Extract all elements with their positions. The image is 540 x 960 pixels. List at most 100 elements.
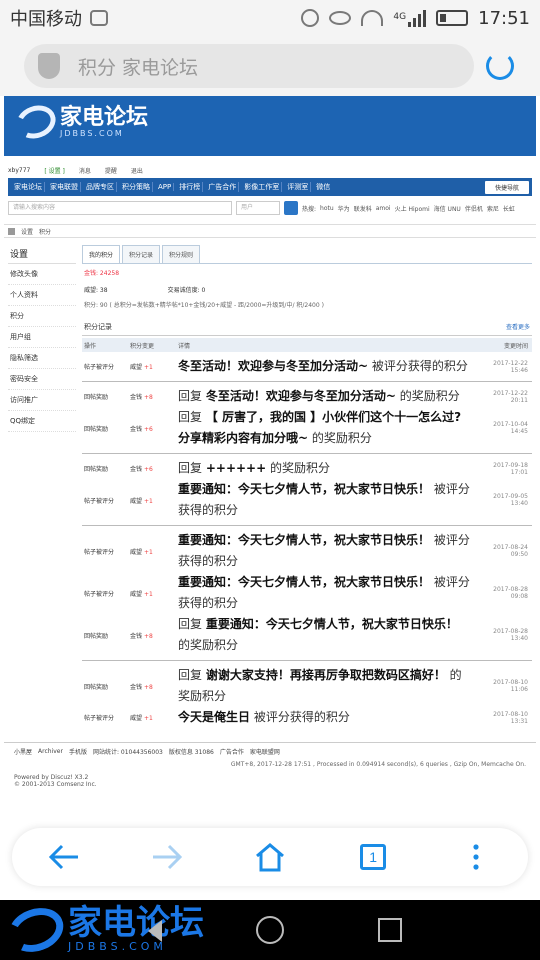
tab-my-credits[interactable]: 我的积分 (82, 245, 121, 263)
watermark-text: 家电论坛 (68, 903, 204, 943)
tab-credit-rules[interactable]: 积分规则 (162, 245, 201, 263)
nav-item[interactable]: 品牌专区 (84, 182, 117, 192)
sidebar-item-credits[interactable]: 积分 (8, 306, 76, 327)
sidebar-item-promotion[interactable]: 访问推广 (8, 390, 76, 411)
hot-link[interactable]: 海信 UNU (434, 204, 461, 213)
nav-item[interactable]: 家电论坛 (12, 182, 45, 192)
table-row: 回帖奖励 金钱 +8 回复 重要通知：今天七夕情人节，祝大家节日快乐！ 的奖励积… (82, 614, 532, 656)
copyright: © 2001-2013 Comsenz Inc. (14, 781, 97, 788)
hot-link[interactable]: 伴侣机 (465, 204, 483, 213)
hot-link[interactable]: 火上 Hipomi (395, 204, 430, 213)
footer-link[interactable]: 网站统计: 01044356003 (93, 747, 163, 756)
hot-link[interactable]: 联发科 (354, 204, 372, 213)
row-group: 帖子被评分 威望 +1 冬至活动！欢迎参与冬至加分活动~ 被评分获得的积分 20… (82, 352, 532, 382)
settings-link[interactable]: [ 设置 ] (44, 166, 65, 175)
footer-link[interactable]: 家电联盟网 (250, 747, 280, 756)
refresh-icon[interactable] (486, 52, 514, 80)
row-change: 威望 +1 (130, 715, 153, 722)
row-time: 2017-08-28 13:40 (493, 628, 528, 642)
sidebar-item-usergroup[interactable]: 用户组 (8, 327, 76, 348)
address-bar[interactable]: 积分 家电论坛 (24, 44, 474, 88)
tab-credit-log[interactable]: 积分记录 (122, 245, 161, 263)
footer-link[interactable]: 小黑屋 (14, 747, 32, 756)
footer-powered: Powered by Discuz! X3.2 © 2001-2013 Coms… (4, 769, 536, 793)
nav-item[interactable]: 家电联盟 (48, 182, 81, 192)
search-scope-select[interactable]: 用户 (236, 201, 280, 215)
network-label: 4G (393, 11, 407, 22)
row-op[interactable]: 回帖奖励 (82, 682, 130, 691)
thread-link[interactable]: 重要通知：今天七夕情人节，祝大家节日快乐！ (178, 575, 430, 589)
nav-item[interactable]: 评测室 (285, 182, 312, 192)
footer-link[interactable]: 广告合作 (220, 747, 244, 756)
row-op[interactable]: 帖子被评分 (82, 547, 130, 556)
menu-button[interactable] (456, 837, 496, 877)
thread-link[interactable]: 冬至活动！欢迎参与冬至加分活动~ (178, 359, 368, 373)
thread-link[interactable]: 冬至活动！欢迎参与冬至加分活动~ (206, 389, 396, 403)
row-op[interactable]: 回帖奖励 (82, 464, 130, 473)
nav-item[interactable]: 影像工作室 (242, 182, 283, 192)
sidebar-item-avatar[interactable]: 修改头像 (8, 264, 76, 285)
nav-item[interactable]: 排行榜 (177, 182, 204, 192)
sidebar-item-privacy[interactable]: 隐私筛选 (8, 348, 76, 369)
home-button[interactable] (250, 837, 290, 877)
back-button[interactable] (44, 837, 84, 877)
row-op[interactable]: 帖子被评分 (82, 362, 130, 371)
thread-link[interactable]: ++++++ (206, 461, 266, 475)
nav-item[interactable]: APP (156, 183, 175, 191)
row-op[interactable]: 帖子被评分 (82, 589, 130, 598)
footer-link[interactable]: 手机版 (69, 747, 87, 756)
system-home-icon[interactable] (256, 916, 284, 944)
row-op[interactable]: 帖子被评分 (82, 713, 130, 722)
sidebar-item-password[interactable]: 密码安全 (8, 369, 76, 390)
footer-link[interactable]: 版权信息 31086 (169, 747, 214, 756)
site-logo[interactable]: 家电论坛 JDBBS.COM (11, 100, 148, 144)
hot-link[interactable]: 索尼 (487, 204, 499, 213)
status-bar: 中国移动 4G 17:51 (0, 0, 540, 36)
home-icon[interactable] (8, 227, 15, 235)
row-time: 2017-08-10 11:06 (493, 679, 528, 693)
sidebar-item-profile[interactable]: 个人资料 (8, 285, 76, 306)
main-nav: 家电论坛 家电联盟 品牌专区 积分策略 APP 排行榜 广告合作 影像工作室 评… (8, 178, 532, 196)
hot-link[interactable]: 华为 (338, 204, 350, 213)
forward-button[interactable] (147, 837, 187, 877)
thread-link[interactable]: 今天是俺生日 (178, 710, 250, 724)
view-more-link[interactable]: 查看更多 (506, 322, 530, 332)
search-button[interactable] (284, 201, 298, 215)
reminders-link[interactable]: 提醒 (105, 166, 117, 175)
row-op[interactable]: 回帖奖励 (82, 424, 130, 433)
footer-link[interactable]: Archiver (38, 748, 63, 755)
thread-link[interactable]: 重要通知：今天七夕情人节，祝大家节日快乐！ (178, 482, 430, 496)
search-input[interactable]: 请输入搜索内容 (8, 201, 232, 215)
row-op[interactable]: 回帖奖励 (82, 631, 130, 640)
signal-icon (408, 9, 427, 27)
alarm-icon (301, 9, 320, 27)
tabs-button[interactable]: 1 (353, 837, 393, 877)
thread-link[interactable]: 重要通知：今天七夕情人节，祝大家节日快乐！ (206, 617, 458, 631)
thread-link[interactable]: 谢谢大家支持！再接再厉争取把数码区搞好！ (206, 668, 446, 682)
system-recents-icon[interactable] (378, 918, 402, 942)
table-row: 回帖奖励 金钱 +8 回复 冬至活动！欢迎参与冬至加分活动~ 的奖励积分 201… (82, 386, 532, 407)
logout-link[interactable]: 退出 (131, 166, 143, 175)
system-back-icon[interactable] (148, 920, 162, 942)
username-link[interactable]: xby777 (8, 167, 30, 174)
table-row: 回帖奖励 金钱 +6 回复 【 厉害了，我的国 】小伙伴们这个十一怎么过? 分享… (82, 407, 532, 449)
row-time: 2017-12-22 15:46 (493, 359, 528, 374)
sidebar-item-qq[interactable]: QQ绑定 (8, 411, 76, 432)
row-op[interactable]: 帖子被评分 (82, 496, 130, 505)
thread-link[interactable]: 重要通知：今天七夕情人节，祝大家节日快乐！ (178, 533, 430, 547)
nav-item[interactable]: 广告合作 (206, 182, 240, 192)
nav-item[interactable]: 微信 (314, 182, 332, 192)
hot-link[interactable]: 长虹 (503, 204, 515, 213)
messages-link[interactable]: 消息 (79, 166, 91, 175)
powered-by: Powered by Discuz! X3.2 (14, 774, 89, 781)
carrier-label: 中国移动 (10, 9, 82, 30)
user-bar: xby777 [ 设置 ] 消息 提醒 退出 (8, 164, 532, 176)
row-group: 回帖奖励 金钱 +8 回复 冬至活动！欢迎参与冬至加分活动~ 的奖励积分 201… (82, 382, 532, 454)
breadcrumb-item[interactable]: 设置 (21, 227, 33, 236)
row-op[interactable]: 回帖奖励 (82, 392, 130, 401)
quick-nav-button[interactable]: 快捷导航 (484, 180, 529, 194)
hot-link[interactable]: amoi (376, 205, 391, 212)
row-detail: 重要通知：今天七夕情人节，祝大家节日快乐！ 被评分获得的积分 (178, 575, 470, 610)
nav-item[interactable]: 积分策略 (120, 182, 153, 192)
hot-link[interactable]: hotu (320, 205, 334, 212)
